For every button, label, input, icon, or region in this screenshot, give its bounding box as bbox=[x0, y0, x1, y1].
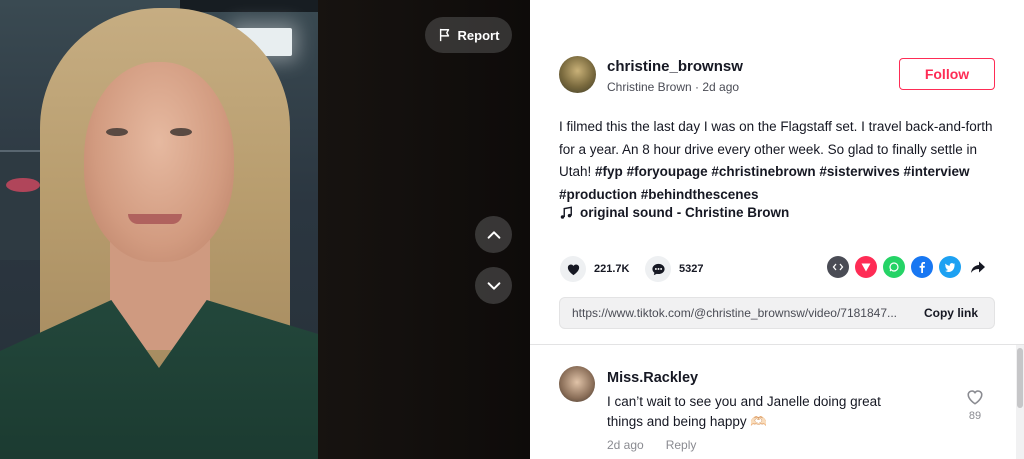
comment-count: 5327 bbox=[679, 263, 704, 275]
share-options bbox=[827, 256, 989, 278]
previous-video-button[interactable] bbox=[475, 216, 512, 253]
hashtag[interactable]: #sisterwives bbox=[819, 164, 899, 179]
hashtag[interactable]: #fyp bbox=[595, 164, 623, 179]
comment-text: I can’t wait to see you and Janelle doin… bbox=[607, 394, 881, 429]
next-video-button[interactable] bbox=[475, 267, 512, 304]
chevron-up-icon bbox=[487, 230, 500, 239]
comment-meta: 2d ago Reply bbox=[607, 438, 696, 452]
comment-like: 89 bbox=[965, 388, 985, 422]
sound-link[interactable]: original sound - Christine Brown bbox=[559, 205, 789, 220]
flag-icon bbox=[439, 28, 449, 42]
author-username[interactable]: christine_brownsw bbox=[607, 58, 743, 75]
report-button[interactable]: Report bbox=[425, 17, 512, 53]
like-button[interactable] bbox=[560, 256, 586, 282]
whatsapp-icon[interactable] bbox=[883, 256, 905, 278]
follow-button[interactable]: Follow bbox=[899, 58, 995, 90]
heart-icon bbox=[567, 264, 579, 275]
comment-stat: 5327 bbox=[645, 256, 703, 282]
report-label: Report bbox=[457, 27, 500, 43]
reply-button[interactable]: Reply bbox=[666, 438, 697, 452]
hashtag[interactable]: #interview bbox=[903, 164, 969, 179]
meta-separator: · bbox=[691, 80, 703, 94]
video-frame bbox=[0, 0, 318, 459]
twitter-icon[interactable] bbox=[939, 256, 961, 278]
copy-link-button[interactable]: Copy link bbox=[924, 306, 978, 320]
video-player[interactable]: Report bbox=[0, 0, 530, 459]
like-stat: 221.7K bbox=[560, 256, 629, 282]
music-note-icon bbox=[560, 205, 572, 219]
scrollbar-thumb[interactable] bbox=[1017, 348, 1023, 408]
section-divider bbox=[530, 344, 1024, 345]
subject-mouth bbox=[128, 214, 182, 224]
copy-link-bar: https://www.tiktok.com/@christine_browns… bbox=[559, 297, 995, 329]
heart-outline-icon[interactable] bbox=[966, 388, 984, 406]
commenter-avatar[interactable] bbox=[559, 366, 595, 402]
subject-face bbox=[84, 62, 234, 262]
post-date: 2d ago bbox=[702, 80, 740, 94]
hashtag[interactable]: #christinebrown bbox=[711, 164, 815, 179]
video-url: https://www.tiktok.com/@christine_browns… bbox=[572, 306, 897, 320]
hashtag[interactable]: #foryoupage bbox=[627, 164, 708, 179]
video-caption: I filmed this the last day I was on the … bbox=[559, 116, 999, 206]
facebook-icon[interactable] bbox=[911, 256, 933, 278]
background-flowers bbox=[6, 178, 40, 192]
background-beam bbox=[180, 0, 318, 12]
comment-like-count: 89 bbox=[968, 410, 982, 422]
hashtag[interactable]: #production bbox=[559, 187, 637, 202]
video-info-panel: christine_brownsw Christine Brown · 2d a… bbox=[530, 0, 1024, 459]
commenter-username[interactable]: Miss.Rackley bbox=[607, 370, 698, 386]
comment-button[interactable] bbox=[645, 256, 671, 282]
author-nickname: Christine Brown bbox=[607, 80, 692, 94]
send-icon[interactable] bbox=[855, 256, 877, 278]
hashtag[interactable]: #behindthescenes bbox=[641, 187, 759, 202]
like-count: 221.7K bbox=[594, 263, 630, 275]
subject-eye-left bbox=[106, 128, 128, 136]
chevron-down-icon bbox=[487, 281, 500, 290]
subject-eye-right bbox=[170, 128, 192, 136]
author-avatar[interactable] bbox=[559, 56, 596, 93]
share-arrow-icon[interactable] bbox=[967, 256, 989, 278]
sound-label: original sound - Christine Brown bbox=[580, 205, 790, 220]
comment-time: 2d ago bbox=[607, 438, 644, 452]
comment-icon bbox=[651, 263, 665, 275]
embed-icon[interactable] bbox=[827, 256, 849, 278]
author-nickline: Christine Brown · 2d ago bbox=[607, 80, 739, 94]
